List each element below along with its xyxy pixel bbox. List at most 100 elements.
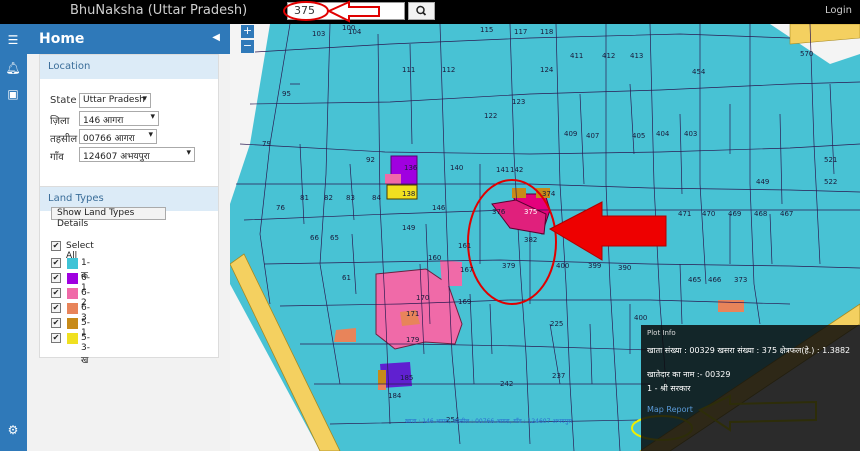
plot-number-label[interactable]: 471: [678, 210, 691, 218]
plot-number-label[interactable]: 82: [324, 194, 333, 202]
bell-icon[interactable]: 🔔︎: [5, 60, 21, 76]
plot-number-label[interactable]: 399: [588, 262, 601, 270]
plot-number-label[interactable]: 170: [416, 294, 429, 302]
zoom-in-button[interactable]: +: [241, 25, 254, 38]
plot-number-label[interactable]: 468: [754, 210, 767, 218]
plot-number-label[interactable]: 76: [276, 204, 285, 212]
plot-number-label[interactable]: 83: [346, 194, 355, 202]
plot-number-label[interactable]: 138: [402, 190, 415, 198]
plot-number-label[interactable]: 237: [552, 372, 565, 380]
plot-number-label[interactable]: 373: [734, 276, 747, 284]
plot-number-label[interactable]: 169: [458, 298, 471, 306]
plot-number-label[interactable]: 466: [708, 276, 722, 284]
plot-number-label[interactable]: 467: [780, 210, 793, 218]
land-type-swatch: [67, 273, 78, 284]
plot-number-label[interactable]: 454: [692, 68, 706, 76]
plot-number-label[interactable]: 124: [540, 66, 554, 74]
tehsil-label: तहसील: [50, 134, 78, 145]
plot-number-label[interactable]: 400: [556, 262, 569, 270]
plot-number-label[interactable]: 404: [656, 130, 670, 138]
plot-number-label[interactable]: 242: [500, 380, 513, 388]
state-select[interactable]: Uttar Pradesh: [79, 93, 151, 108]
plot-number-label[interactable]: 469: [728, 210, 741, 218]
map-report-link[interactable]: Map Report: [647, 405, 693, 414]
gear-icon[interactable]: ⚙: [5, 422, 21, 438]
plot-number-label[interactable]: 146: [432, 204, 446, 212]
plot-number-label[interactable]: 400: [634, 314, 647, 322]
land-type-swatch: [67, 333, 78, 344]
plot-number-label[interactable]: 84: [372, 194, 381, 202]
village-label: गाँव: [50, 152, 64, 163]
plot-number-label[interactable]: 117: [514, 28, 527, 36]
checkbox[interactable]: ✔: [51, 258, 61, 268]
plot-number-label[interactable]: 123: [512, 98, 525, 106]
plot-number-label[interactable]: 118: [540, 28, 553, 36]
district-label: ज़िला: [50, 116, 70, 127]
checkbox[interactable]: ✔: [51, 333, 61, 343]
plot-number-label[interactable]: 375: [524, 208, 537, 216]
plot-number-label[interactable]: 521: [824, 156, 837, 164]
zoom-out-button[interactable]: −: [241, 40, 254, 53]
plot-number-label[interactable]: 81: [300, 194, 309, 202]
plot-number-label[interactable]: 61: [342, 274, 351, 282]
plot-number-label[interactable]: 374: [542, 190, 556, 198]
checkbox[interactable]: ✔: [51, 288, 61, 298]
plot-number-label[interactable]: 136: [404, 164, 418, 172]
plot-info-line1: खाता संख्या : 00329 खसरा संख्या : 375 क्…: [647, 346, 851, 355]
plot-number-label[interactable]: 409: [564, 130, 577, 138]
plot-number-label[interactable]: 142: [510, 166, 523, 174]
district-select[interactable]: 146 आगरा: [79, 111, 159, 126]
plot-number-label[interactable]: 411: [570, 52, 583, 60]
plot-number-label[interactable]: 66: [310, 234, 319, 242]
image-icon[interactable]: ▣: [5, 86, 21, 102]
plot-number-label[interactable]: 407: [586, 132, 599, 140]
collapse-left-icon[interactable]: ◀: [212, 32, 220, 43]
checkbox[interactable]: ✔: [51, 241, 61, 251]
show-land-types-button[interactable]: Show Land Types Details: [51, 207, 166, 229]
plot-number-label[interactable]: 115: [480, 26, 493, 34]
plot-number-label[interactable]: 167: [460, 266, 473, 274]
checkbox[interactable]: ✔: [51, 318, 61, 328]
menu-icon[interactable]: ☰: [5, 32, 21, 48]
plot-number-label[interactable]: 171: [406, 310, 419, 318]
plot-number-label[interactable]: 382: [524, 236, 537, 244]
plot-number-label[interactable]: 470: [702, 210, 715, 218]
plot-number-label[interactable]: 390: [618, 264, 631, 272]
plot-number-label[interactable]: 65: [330, 234, 339, 242]
tehsil-select[interactable]: 00766 आगरा: [79, 129, 157, 144]
plot-number-label[interactable]: 122: [484, 112, 497, 120]
plot-number-label[interactable]: 79: [262, 140, 271, 148]
checkbox[interactable]: ✔: [51, 303, 61, 313]
plot-number-label[interactable]: 111: [402, 66, 415, 74]
plot-info-title: Plot Info: [647, 329, 676, 337]
plot-number-label[interactable]: 225: [550, 320, 563, 328]
plot-info-panel: Plot Info खाता संख्या : 00329 खसरा संख्य…: [641, 325, 860, 451]
plot-number-label[interactable]: 140: [450, 164, 463, 172]
plot-number-label[interactable]: 95: [282, 90, 291, 98]
plot-number-label[interactable]: 570: [800, 50, 813, 58]
plot-number-label[interactable]: 149: [402, 224, 415, 232]
top-bar: BhuNaksha (Uttar Pradesh) 375 Login: [0, 0, 860, 24]
plot-number-label[interactable]: 184: [388, 392, 402, 400]
plot-number-label[interactable]: 179: [406, 336, 419, 344]
plot-number-label[interactable]: 412: [602, 52, 615, 60]
plot-number-label[interactable]: 405: [632, 132, 645, 140]
village-select[interactable]: 124607 अभयपुरा: [79, 147, 195, 162]
plot-number-label[interactable]: 141: [496, 166, 509, 174]
plot-number-label[interactable]: 100: [342, 24, 355, 32]
plot-number-label[interactable]: 403: [684, 130, 697, 138]
plot-number-label[interactable]: 160: [428, 254, 441, 262]
login-link[interactable]: Login: [825, 5, 852, 16]
plot-number-label[interactable]: 185: [400, 374, 413, 382]
plot-number-label[interactable]: 112: [442, 66, 455, 74]
plot-number-label[interactable]: 103: [312, 30, 325, 38]
checkbox[interactable]: ✔: [51, 273, 61, 283]
plot-number-label[interactable]: 465: [688, 276, 701, 284]
plot-number-label[interactable]: 522: [824, 178, 837, 186]
plot-number-label[interactable]: 92: [366, 156, 375, 164]
plot-number-label[interactable]: 449: [756, 178, 769, 186]
plot-number-label[interactable]: 376: [492, 208, 506, 216]
plot-number-label[interactable]: 379: [502, 262, 515, 270]
plot-number-label[interactable]: 413: [630, 52, 643, 60]
plot-number-label[interactable]: 161: [458, 242, 471, 250]
